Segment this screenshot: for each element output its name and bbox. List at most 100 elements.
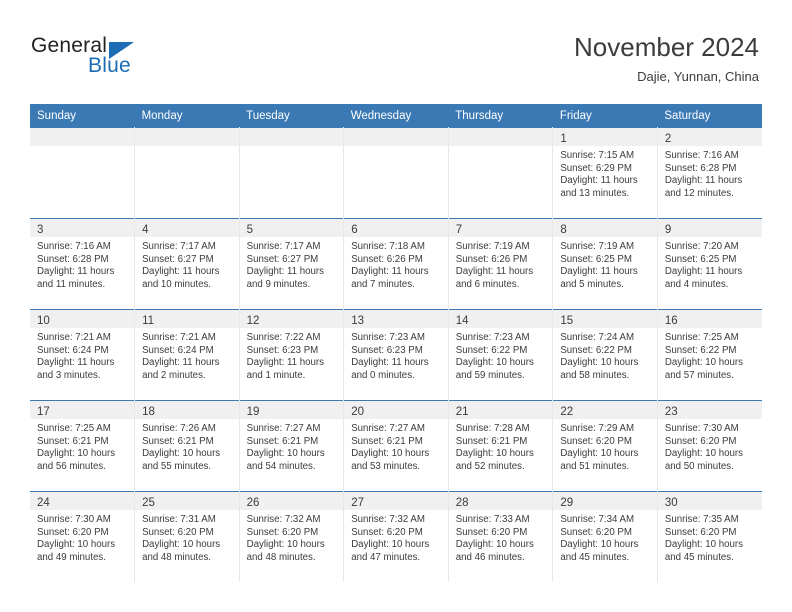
sunset-text: Sunset: 6:20 PM [351, 526, 423, 538]
daylight-text-line2: and 46 minutes. [455, 551, 525, 563]
sunset-text: Sunset: 6:20 PM [37, 526, 109, 538]
daylight-text-line2: and 7 minutes. [351, 278, 415, 290]
calendar-day-cell[interactable]: 18 Sunrise: 7:26 AM Sunset: 6:21 PM Dayligh… [134, 400, 240, 492]
day-number-band: 3 [30, 219, 135, 237]
daylight-text-line1: Daylight: 10 hours [246, 539, 325, 551]
day-number: 23 [664, 406, 678, 418]
day-cell-details: Sunrise: 7:19 AM Sunset: 6:26 PM Daylight:… [449, 237, 553, 291]
sunset-text: Sunset: 6:20 PM [560, 526, 632, 538]
calendar-day-cell[interactable]: 24 Sunrise: 7:30 AM Sunset: 6:20 PM Dayligh… [30, 491, 136, 582]
calendar-day-cell[interactable]: 11 Sunrise: 7:21 AM Sunset: 6:24 PM Dayligh… [134, 309, 240, 401]
sunrise-text: Sunrise: 7:17 AM [246, 241, 321, 252]
day-cell-inner [239, 128, 344, 218]
daylight-text-line2: and 59 minutes. [455, 369, 525, 381]
calendar-day-cell[interactable]: 7 Sunrise: 7:19 AM Sunset: 6:26 PM Daylight… [448, 218, 554, 310]
sunrise-text: Sunrise: 7:35 AM [664, 514, 739, 525]
daylight-text-line1: Daylight: 11 hours [560, 266, 638, 278]
calendar-day-cell[interactable]: 4 Sunrise: 7:17 AM Sunset: 6:27 PM Daylight… [134, 218, 240, 310]
daylight-text-line2: and 54 minutes. [246, 460, 316, 472]
calendar-day-cell[interactable]: 5 Sunrise: 7:17 AM Sunset: 6:27 PM Daylight… [239, 218, 345, 310]
day-cell-details: Sunrise: 7:16 AM Sunset: 6:28 PM Daylight:… [30, 237, 134, 291]
daylight-text-line2: and 48 minutes. [142, 551, 211, 563]
calendar-body: 1 Sunrise: 7:15 AM Sunset: 6:29 PM Daylight… [30, 127, 762, 582]
calendar-day-cell[interactable]: 6 Sunrise: 7:18 AM Sunset: 6:26 PM Daylight… [343, 218, 449, 310]
sunrise-text: Sunrise: 7:27 AM [351, 423, 425, 434]
dow-header-thursday: Thursday [448, 104, 553, 128]
sunrise-text: Sunrise: 7:29 AM [560, 423, 635, 434]
day-cell-inner: 23 Sunrise: 7:30 AM Sunset: 6:20 PM Dayligh… [657, 401, 762, 491]
day-number-band: 30 [657, 492, 762, 510]
day-number: 30 [664, 497, 678, 509]
calendar-day-cell[interactable]: 10 Sunrise: 7:21 AM Sunset: 6:24 PM Dayligh… [30, 309, 136, 401]
daylight-text-line2: and 5 minutes. [560, 278, 624, 290]
month-calendar-table: Sunday Monday Tuesday Wednesday Thursday… [30, 104, 762, 582]
day-cell-details: Sunrise: 7:25 AM Sunset: 6:22 PM Daylight:… [658, 328, 762, 382]
sunset-text: Sunset: 6:25 PM [560, 253, 632, 265]
calendar-day-cell[interactable]: 22 Sunrise: 7:29 AM Sunset: 6:20 PM Dayligh… [552, 400, 658, 492]
day-number: 7 [455, 224, 463, 236]
day-cell-inner: 11 Sunrise: 7:21 AM Sunset: 6:24 PM Dayligh… [135, 310, 239, 400]
day-cell-details: Sunrise: 7:22 AM Sunset: 6:23 PM Daylight:… [240, 328, 344, 382]
calendar-day-cell[interactable]: 12 Sunrise: 7:22 AM Sunset: 6:23 PM Dayligh… [239, 309, 345, 401]
day-number: 6 [351, 224, 358, 236]
sunset-text: Sunset: 6:20 PM [664, 526, 737, 538]
day-cell-inner: 15 Sunrise: 7:24 AM Sunset: 6:22 PM Dayligh… [553, 310, 657, 400]
day-number: 11 [142, 315, 155, 327]
calendar-day-cell[interactable]: 25 Sunrise: 7:31 AM Sunset: 6:20 PM Dayligh… [134, 491, 240, 582]
sunset-text: Sunset: 6:25 PM [664, 253, 737, 265]
sunrise-text: Sunrise: 7:22 AM [246, 332, 321, 343]
calendar-day-cell[interactable]: 19 Sunrise: 7:27 AM Sunset: 6:21 PM Dayligh… [239, 400, 345, 492]
daylight-text-line1: Daylight: 11 hours [142, 357, 220, 369]
daylight-text-line2: and 45 minutes. [560, 551, 630, 563]
calendar-day-cell[interactable]: 26 Sunrise: 7:32 AM Sunset: 6:20 PM Dayligh… [239, 491, 345, 582]
sunset-text: Sunset: 6:20 PM [246, 526, 319, 538]
day-number: 9 [664, 224, 672, 236]
calendar-day-cell[interactable]: 21 Sunrise: 7:28 AM Sunset: 6:21 PM Dayligh… [448, 400, 554, 492]
calendar-day-cell[interactable]: 20 Sunrise: 7:27 AM Sunset: 6:21 PM Dayligh… [343, 400, 449, 492]
day-number-band: 17 [30, 401, 135, 419]
day-cell-inner: 22 Sunrise: 7:29 AM Sunset: 6:20 PM Dayligh… [553, 401, 657, 491]
calendar-day-cell[interactable]: 27 Sunrise: 7:32 AM Sunset: 6:20 PM Dayligh… [343, 491, 449, 582]
calendar-week-row: 1 Sunrise: 7:15 AM Sunset: 6:29 PM Daylight… [30, 127, 762, 219]
day-cell-inner: 5 Sunrise: 7:17 AM Sunset: 6:27 PM Daylight… [239, 219, 344, 309]
day-cell-inner [344, 128, 448, 218]
calendar-day-cell[interactable]: 2 Sunrise: 7:16 AM Sunset: 6:28 PM Daylight… [657, 127, 762, 219]
day-cell-inner: 21 Sunrise: 7:28 AM Sunset: 6:21 PM Dayligh… [448, 401, 553, 491]
calendar-day-cell[interactable]: 13 Sunrise: 7:23 AM Sunset: 6:23 PM Dayligh… [343, 309, 449, 401]
calendar-day-cell[interactable]: 23 Sunrise: 7:30 AM Sunset: 6:20 PM Dayligh… [657, 400, 762, 492]
sunset-text: Sunset: 6:22 PM [455, 344, 528, 356]
calendar-day-cell[interactable]: 30 Sunrise: 7:35 AM Sunset: 6:20 PM Dayligh… [657, 491, 762, 582]
sunrise-text: Sunrise: 7:19 AM [455, 241, 530, 252]
day-cell-inner: 28 Sunrise: 7:33 AM Sunset: 6:20 PM Dayligh… [448, 492, 553, 582]
daylight-text-line1: Daylight: 10 hours [37, 448, 116, 460]
day-number: 29 [560, 497, 574, 509]
calendar-day-cell[interactable]: 3 Sunrise: 7:16 AM Sunset: 6:28 PM Daylight… [30, 218, 136, 310]
calendar-day-cell[interactable]: 15 Sunrise: 7:24 AM Sunset: 6:22 PM Dayligh… [552, 309, 658, 401]
daylight-text-line2: and 1 minute. [246, 369, 306, 381]
calendar-day-cell[interactable]: 16 Sunrise: 7:25 AM Sunset: 6:22 PM Dayligh… [657, 309, 762, 401]
day-cell-inner: 8 Sunrise: 7:19 AM Sunset: 6:25 PM Daylight… [553, 219, 657, 309]
calendar-day-cell[interactable]: 29 Sunrise: 7:34 AM Sunset: 6:20 PM Dayligh… [552, 491, 658, 582]
sunrise-text: Sunrise: 7:17 AM [142, 241, 216, 252]
daylight-text-line2: and 11 minutes. [37, 278, 106, 290]
day-cell-details: Sunrise: 7:15 AM Sunset: 6:29 PM Daylight:… [553, 146, 657, 200]
day-number: 5 [246, 224, 254, 236]
calendar-day-cell[interactable]: 1 Sunrise: 7:15 AM Sunset: 6:29 PM Daylight… [552, 127, 658, 219]
calendar-day-cell[interactable]: 9 Sunrise: 7:20 AM Sunset: 6:25 PM Daylight… [657, 218, 762, 310]
calendar-day-cell[interactable]: 8 Sunrise: 7:19 AM Sunset: 6:25 PM Daylight… [552, 218, 658, 310]
calendar-day-cell[interactable]: 17 Sunrise: 7:25 AM Sunset: 6:21 PM Dayligh… [30, 400, 136, 492]
calendar-day-cell[interactable]: 28 Sunrise: 7:33 AM Sunset: 6:20 PM Dayligh… [448, 491, 554, 582]
day-number-band: 19 [239, 401, 344, 419]
day-number-band: 21 [448, 401, 553, 419]
dow-header-monday: Monday [134, 104, 240, 128]
day-number-band: 22 [553, 401, 657, 419]
daylight-text-line1: Daylight: 11 hours [142, 266, 220, 278]
daylight-text-line1: Daylight: 11 hours [37, 357, 115, 369]
calendar-day-cell[interactable]: 14 Sunrise: 7:23 AM Sunset: 6:22 PM Dayligh… [448, 309, 554, 401]
day-number: 1 [560, 133, 567, 145]
sunset-text: Sunset: 6:26 PM [351, 253, 423, 265]
brand-logo[interactable]: General Blue [31, 35, 231, 85]
sunrise-text: Sunrise: 7:20 AM [664, 241, 739, 252]
sunrise-text: Sunrise: 7:33 AM [455, 514, 530, 525]
day-cell-details: Sunrise: 7:16 AM Sunset: 6:28 PM Daylight:… [658, 146, 762, 200]
